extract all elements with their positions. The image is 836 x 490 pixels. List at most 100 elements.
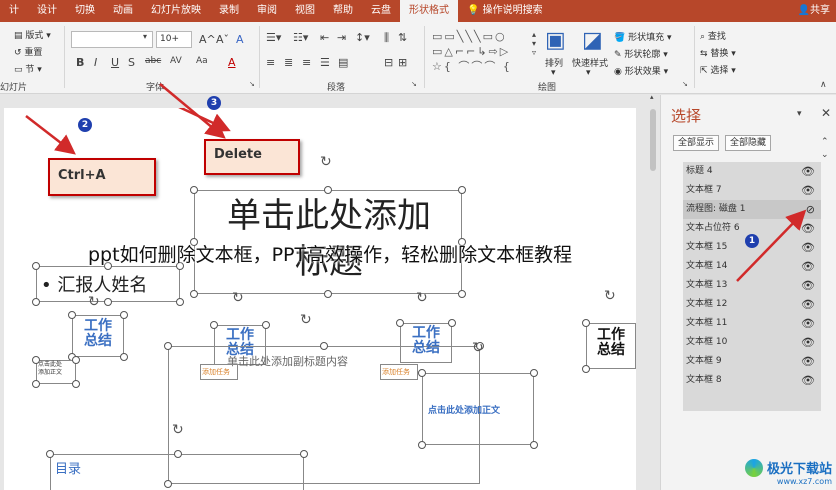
tab-slideshow[interactable]: 幻灯片放映 [142, 0, 210, 22]
tab-record[interactable]: 录制 [210, 0, 248, 22]
smartart-icon[interactable]: ⊞ [398, 56, 407, 69]
ribbon-tab-bar: 计 设计 切换 动画 幻灯片放映 录制 审阅 视图 帮助 云盘 形状格式 💡 操… [0, 0, 836, 22]
eye-icon[interactable]: 👁 [801, 333, 815, 352]
font-color-button[interactable]: A [228, 56, 236, 69]
tab-transitions[interactable]: 切换 [66, 0, 104, 22]
underline-button[interactable]: U [111, 56, 119, 69]
slide-canvas[interactable]: 单击此处添加标题 ↻ • 汇报人姓名 工作 总结 ↻ 点击此处 添加正文 工作 … [4, 108, 636, 490]
separator [64, 26, 65, 88]
text-direction-icon[interactable]: ⇅ [398, 31, 407, 44]
logo-url: www.xz7.com [776, 477, 832, 486]
grow-font-icon[interactable]: A^ [199, 33, 216, 46]
eye-icon[interactable]: 👁 [801, 162, 815, 181]
layout-button[interactable]: ▤ 版式 ▾ [14, 28, 51, 41]
site-logo: 极光下载站 www.xz7.com [744, 458, 832, 486]
pen-icon: ✎ [614, 50, 622, 60]
drawing-group-label: 绘图 [538, 83, 557, 93]
arrow-to-eye-icon [736, 209, 807, 282]
eye-icon[interactable]: 👁 [801, 352, 815, 371]
columns-icon[interactable]: ⫼ [384, 31, 389, 45]
list-item[interactable]: 文本框 10 👁 [683, 333, 821, 352]
line-spacing-icon[interactable]: ↕▾ [355, 31, 370, 44]
arrange-dropdown-icon[interactable]: ▾ [551, 68, 556, 78]
quick-styles-icon[interactable]: ◪ [582, 28, 603, 53]
tab-view[interactable]: 视图 [286, 0, 324, 22]
eye-icon[interactable]: 👁 [801, 314, 815, 333]
justify-icon[interactable]: ☰ [320, 56, 330, 69]
arrow-to-ctrl-a [25, 108, 231, 155]
collapse-ribbon-icon[interactable]: ∧ [820, 80, 827, 90]
font-dropdown-icon[interactable]: ▾ [143, 32, 147, 41]
find-button[interactable]: ⌕ 查找 [700, 29, 726, 42]
tab-cloud[interactable]: 云盘 [362, 0, 400, 22]
shapes-row-2: ▭△⌐⌐↳⇨▷ [432, 45, 511, 58]
paragraph-dialog-launcher-icon[interactable]: ↘ [411, 80, 417, 88]
close-pane-icon[interactable]: ✕ [821, 106, 831, 120]
share-button[interactable]: 👤共享 [798, 0, 830, 22]
distributed-icon[interactable]: ▤ [338, 56, 348, 69]
italic-button[interactable]: I [94, 56, 97, 69]
reset-button[interactable]: ↺ 重置 [14, 45, 42, 58]
bring-forward-icon[interactable]: ⌃ [821, 137, 829, 147]
shadow-button[interactable]: S [128, 56, 135, 69]
separator [424, 26, 425, 88]
tab-review[interactable]: 审阅 [248, 0, 286, 22]
section-button[interactable]: ▭ 节 ▾ [14, 62, 42, 75]
tell-me-search[interactable]: 💡 操作说明搜索 [458, 0, 552, 22]
scroll-up-icon[interactable]: ▴ [650, 93, 654, 101]
numbering-icon[interactable]: ☷▾ [293, 31, 308, 44]
shape-outline-button[interactable]: ✎ 形状轮廓 ▾ [614, 47, 668, 60]
tab-animations[interactable]: 动画 [104, 0, 142, 22]
align-text-icon[interactable]: ⊟ [384, 56, 393, 69]
list-item[interactable]: 标题 4 👁 [683, 162, 821, 181]
shape-fill-button[interactable]: 🪣 形状填充 ▾ [614, 30, 672, 43]
increase-indent-icon[interactable]: ⇥ [337, 31, 346, 44]
step-number-2: 2 [78, 118, 92, 132]
replace-icon: ⇆ [700, 49, 708, 59]
pane-options-icon[interactable]: ▾ [797, 109, 802, 119]
slides-group-label: 幻灯片 [0, 83, 28, 93]
font-name-input[interactable] [71, 31, 153, 48]
tab-design[interactable]: 设计 [28, 0, 66, 22]
list-item[interactable]: 文本框 11 👁 [683, 314, 821, 333]
quick-styles-dropdown-icon[interactable]: ▾ [586, 68, 591, 78]
clear-format-icon[interactable]: A [236, 33, 244, 46]
char-spacing-button[interactable]: AV [170, 56, 182, 66]
send-backward-icon[interactable]: ⌄ [821, 150, 829, 160]
align-right-icon[interactable]: ≡ [302, 56, 311, 69]
bold-button[interactable]: B [76, 56, 84, 69]
shrink-font-icon[interactable]: Aˇ [216, 33, 229, 46]
font-size-input[interactable]: 10+ [156, 31, 192, 48]
align-center-icon[interactable]: ≣ [284, 56, 293, 69]
bullets-icon[interactable]: ☰▾ [266, 31, 281, 44]
tab-help[interactable]: 帮助 [324, 0, 362, 22]
hide-all-button[interactable]: 全部隐藏 [725, 135, 772, 151]
tab-shape-format[interactable]: 形状格式 [400, 0, 458, 22]
separator [694, 26, 695, 88]
decrease-indent-icon[interactable]: ⇤ [320, 31, 329, 44]
separator [259, 26, 260, 88]
show-all-button[interactable]: 全部显示 [673, 135, 720, 151]
cursor-icon: ⇱ [700, 66, 708, 76]
align-left-icon[interactable]: ≡ [266, 56, 275, 69]
replace-button[interactable]: ⇆ 替换 ▾ [700, 46, 736, 59]
strikethrough-button[interactable]: abc [145, 56, 161, 66]
search-icon: ⌕ [700, 32, 706, 42]
list-item[interactable]: 文本框 8 👁 [683, 371, 821, 390]
scrollbar-thumb[interactable] [650, 109, 656, 171]
drawing-dialog-launcher-icon[interactable]: ↘ [682, 80, 688, 88]
tab-partial[interactable]: 计 [0, 0, 28, 22]
slide-vertical-scrollbar[interactable]: ▴ [648, 93, 660, 490]
shape-effects-button[interactable]: ◉ 形状效果 ▾ [614, 64, 668, 77]
shapes-gallery[interactable]: ▭▭╲╲╲▭○ ▭△⌐⌐↳⇨▷ ☆{ ⌒⌒⌒ { [432, 29, 528, 75]
shapes-row-3: ☆{ ⌒⌒⌒ { [432, 60, 512, 73]
gallery-more-icon[interactable]: ▴ ▾ ▿ [532, 30, 536, 57]
shapes-row-1: ▭▭╲╲╲▭○ [432, 30, 507, 43]
eye-icon[interactable]: 👁 [801, 371, 815, 390]
select-button[interactable]: ⇱ 选择 ▾ [700, 63, 736, 76]
change-case-button[interactable]: Aa [196, 56, 208, 66]
lightbulb-icon: 💡 [467, 5, 483, 16]
font-dialog-launcher-icon[interactable]: ↘ [249, 80, 255, 88]
arrange-icon[interactable]: ▣ [545, 28, 566, 53]
list-item[interactable]: 文本框 9 👁 [683, 352, 821, 371]
